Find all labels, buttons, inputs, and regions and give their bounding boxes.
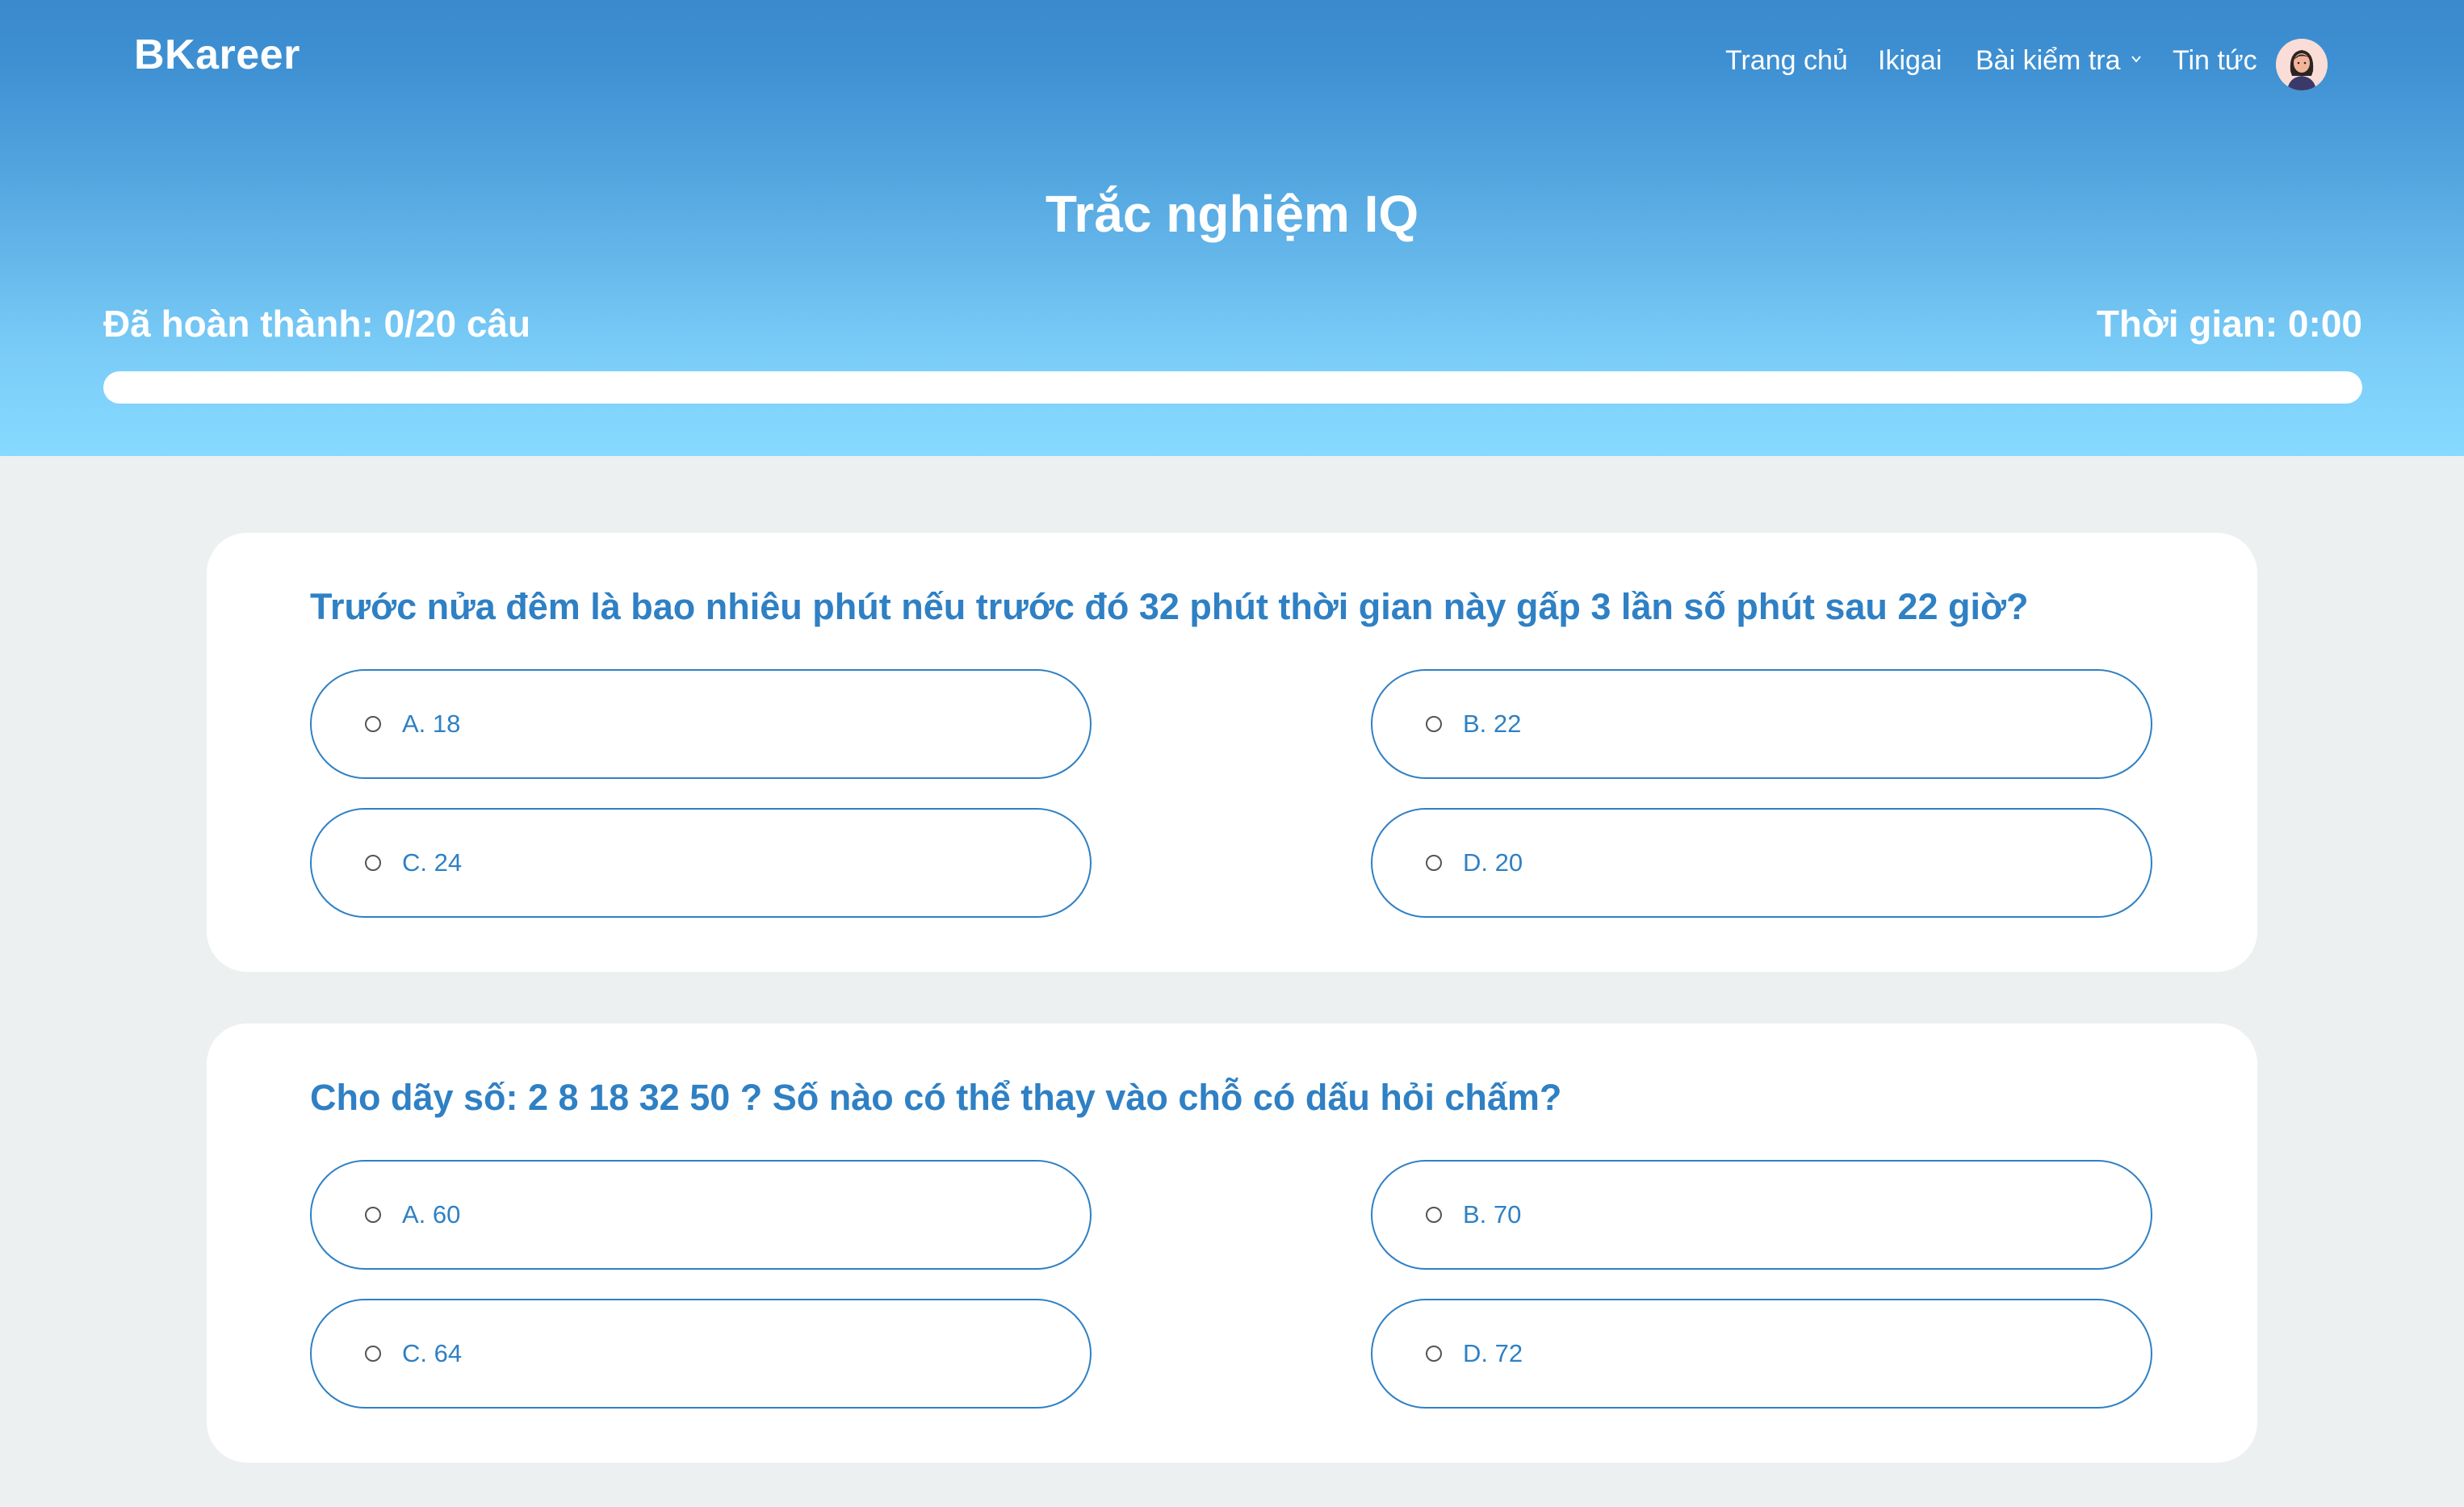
progress-bar	[103, 371, 2362, 404]
answer-label: A. 60	[402, 1200, 461, 1229]
radio-icon[interactable]	[365, 716, 381, 732]
nav-news[interactable]: Tin tức	[2173, 45, 2257, 77]
chevron-down-icon	[2131, 55, 2141, 63]
answer-label: C. 64	[402, 1339, 463, 1367]
radio-icon[interactable]	[365, 1346, 381, 1362]
answer-option[interactable]: B. 70	[1371, 1160, 2152, 1270]
nav-home[interactable]: Trang chủ	[1725, 45, 1848, 77]
header-banner: BKareer Trang chủ Ikigai Bài kiểm tra Ti…	[0, 0, 2464, 456]
nav-tests-label: Bài kiểm tra	[1976, 45, 2121, 76]
radio-icon[interactable]	[1426, 716, 1442, 732]
answer-option[interactable]: A. 18	[310, 669, 1092, 779]
page-title: Trắc nghiệm IQ	[1045, 185, 1419, 243]
brand-logo[interactable]: BKareer	[134, 31, 300, 79]
answer-label: D. 20	[1463, 848, 1523, 877]
question-text: Trước nửa đêm là bao nhiêu phút nếu trướ…	[310, 586, 2029, 627]
answer-label: B. 22	[1463, 710, 1522, 738]
timer: Thời gian: 0:00	[2096, 303, 2362, 345]
nav-tests-dropdown[interactable]: Bài kiểm tra	[1976, 45, 2142, 77]
question-text: Cho dãy số: 2 8 18 32 50 ? Số nào có thể…	[310, 1077, 1562, 1118]
answer-label: C. 24	[402, 848, 463, 877]
answer-option[interactable]: D. 20	[1371, 808, 2152, 918]
answer-label: B. 70	[1463, 1200, 1522, 1229]
answer-label: A. 18	[402, 710, 461, 738]
radio-icon[interactable]	[1426, 1207, 1442, 1223]
question-card: Cho dãy số: 2 8 18 32 50 ? Số nào có thể…	[207, 1024, 2257, 1463]
radio-icon[interactable]	[365, 855, 381, 871]
completed-count: Đã hoàn thành: 0/20 câu	[103, 303, 531, 345]
answer-option[interactable]: B. 22	[1371, 669, 2152, 779]
answer-option[interactable]: A. 60	[310, 1160, 1092, 1270]
nav-ikigai[interactable]: Ikigai	[1878, 45, 1942, 77]
radio-icon[interactable]	[1426, 855, 1442, 871]
answer-label: D. 72	[1463, 1339, 1523, 1367]
answer-option[interactable]: C. 24	[310, 808, 1092, 918]
radio-icon[interactable]	[1426, 1346, 1442, 1362]
user-avatar-icon[interactable]	[2276, 39, 2328, 90]
question-card: Trước nửa đêm là bao nhiêu phút nếu trướ…	[207, 533, 2257, 972]
radio-icon[interactable]	[365, 1207, 381, 1223]
answer-option[interactable]: C. 64	[310, 1299, 1092, 1409]
answer-option[interactable]: D. 72	[1371, 1299, 2152, 1409]
